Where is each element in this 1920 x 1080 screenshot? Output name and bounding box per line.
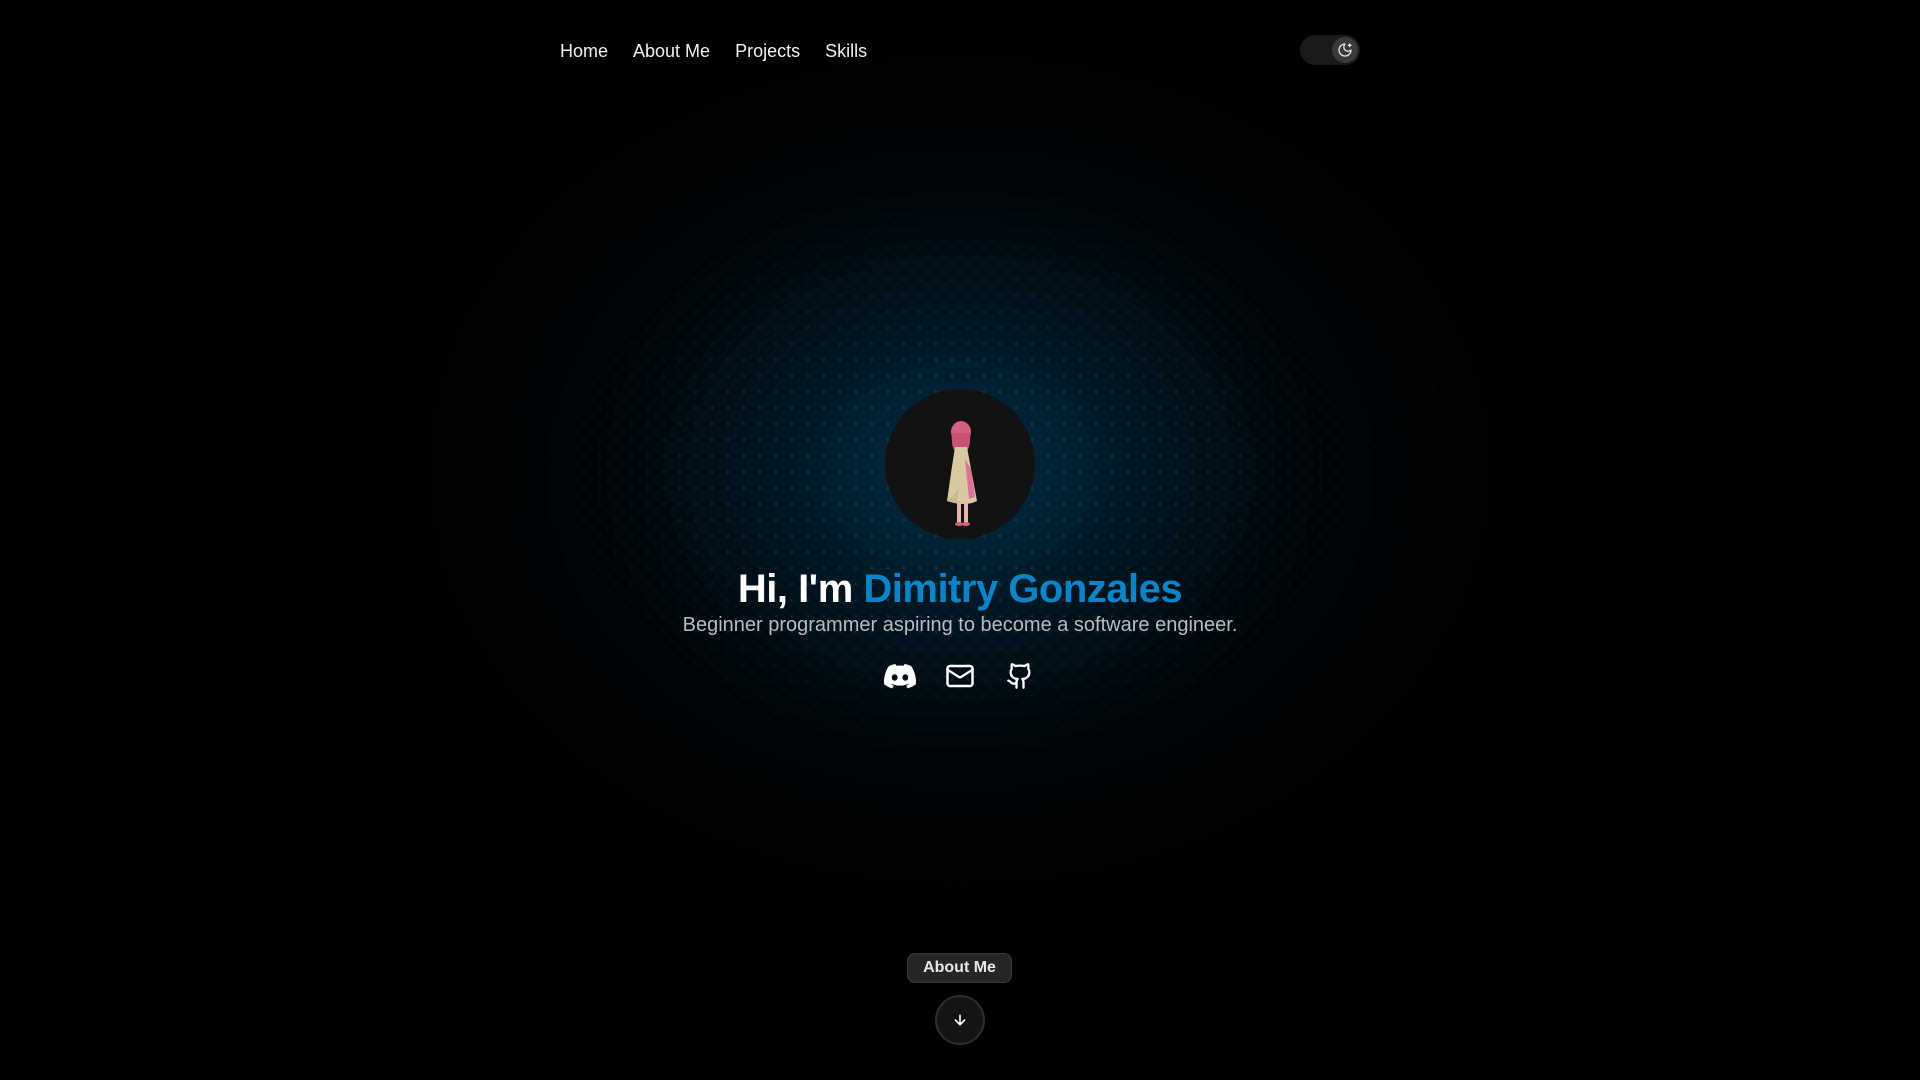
arrow-down-icon [954,1014,966,1026]
theme-toggle-knob [1332,37,1358,63]
nav-item-home[interactable]: Home [560,38,608,64]
theme-toggle[interactable] [1300,35,1360,65]
nav-item-projects[interactable]: Projects [735,38,800,64]
discord-icon [884,664,916,689]
page: Home About Me Projects Skills Hi, I'm Di… [0,0,1920,1080]
avatar-illustration [885,389,1035,539]
hero-greeting: Hi, I'm [737,567,864,611]
github-icon [1007,663,1031,689]
background-glow [0,0,1920,1080]
main-nav: Home About Me Projects Skills [560,38,867,64]
email-link[interactable] [944,660,976,692]
discord-link[interactable] [884,660,916,692]
hero-headline: Hi, I'm Dimitry Gonzales [0,562,1920,616]
mail-icon [946,664,974,688]
nav-item-about-me[interactable]: About Me [633,38,710,64]
hero-subtitle: Beginner programmer aspiring to become a… [682,614,1238,636]
github-link[interactable] [1004,660,1036,692]
scroll-down-button[interactable] [935,995,985,1045]
nav-item-skills[interactable]: Skills [825,38,867,64]
social-links [0,660,1920,692]
moon-icon [1338,43,1352,57]
avatar [885,389,1035,539]
scroll-label: About Me [907,953,1012,983]
dot-grid-background [0,0,1920,1080]
hero-name: Dimitry Gonzales [863,567,1183,611]
